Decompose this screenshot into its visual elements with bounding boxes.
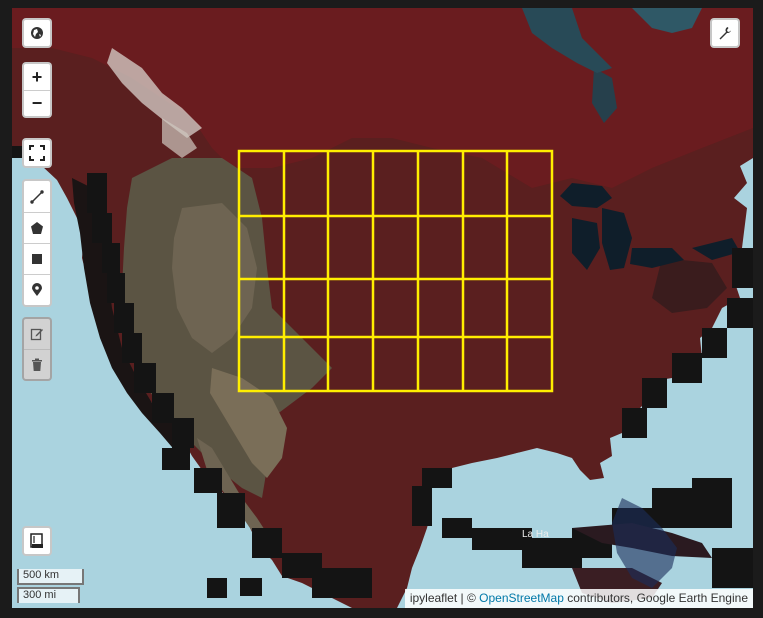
zoom-control: + − xyxy=(22,62,52,118)
rectangle-icon xyxy=(32,254,42,264)
layers-icon xyxy=(30,533,43,548)
fullscreen-icon xyxy=(29,145,45,161)
wrench-button[interactable] xyxy=(712,20,738,46)
attribution-separator: | © xyxy=(457,591,480,605)
draw-toolbar xyxy=(22,179,52,307)
edit-icon xyxy=(30,328,43,341)
notebook-output-frame: La Ha + − 500 km 300 mi ipyleaflet | © O… xyxy=(0,0,763,618)
draw-polyline-button[interactable] xyxy=(24,181,50,212)
map-container[interactable]: La Ha + − 500 km 300 mi ipyleaflet | © O… xyxy=(12,8,753,608)
zoom-out-button[interactable]: − xyxy=(24,90,50,116)
trash-icon xyxy=(32,358,42,371)
globe-button[interactable] xyxy=(24,20,50,46)
attribution: ipyleaflet | © OpenStreetMap contributor… xyxy=(404,589,753,608)
scale-metric: 500 km xyxy=(17,569,84,585)
toolbar-toggle-control[interactable] xyxy=(710,18,740,48)
edit-toolbar xyxy=(22,317,52,381)
legend-button[interactable] xyxy=(24,528,50,554)
wrench-icon xyxy=(719,27,731,40)
globe-icon xyxy=(31,27,43,39)
draw-polygon-button[interactable] xyxy=(24,212,50,243)
polygon-icon xyxy=(31,222,43,234)
attribution-prefix[interactable]: ipyleaflet xyxy=(410,591,457,605)
delete-layers-button[interactable] xyxy=(24,349,50,379)
polyline-icon xyxy=(30,189,44,204)
zoom-in-button[interactable]: + xyxy=(24,64,50,90)
basemap-selector-control[interactable] xyxy=(22,18,52,48)
draw-rectangle-button[interactable] xyxy=(24,243,50,274)
place-label: La Ha xyxy=(522,529,549,540)
layer-legend-control[interactable] xyxy=(22,526,52,556)
basemap-imagery xyxy=(12,8,753,608)
attribution-suffix: contributors, Google Earth Engine xyxy=(563,591,748,605)
draw-marker-button[interactable] xyxy=(24,274,50,305)
edit-layers-button[interactable] xyxy=(24,319,50,349)
fullscreen-control xyxy=(22,138,52,168)
marker-icon xyxy=(32,283,42,296)
scale-imperial: 300 mi xyxy=(17,587,80,603)
fullscreen-button[interactable] xyxy=(24,140,50,166)
openstreetmap-link[interactable]: OpenStreetMap xyxy=(479,591,564,605)
